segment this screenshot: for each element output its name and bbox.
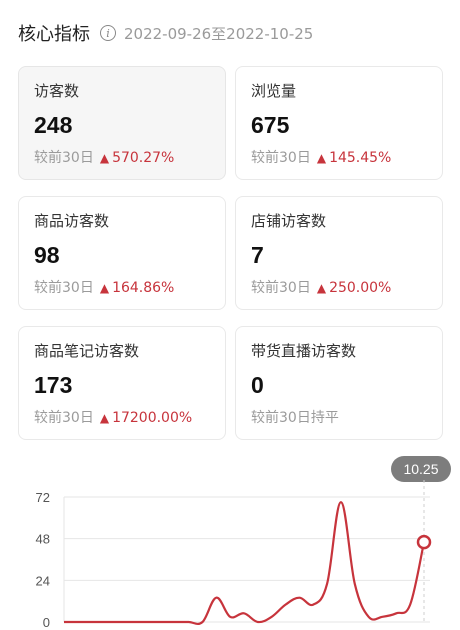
up-arrow-icon: ▲ [316, 151, 327, 165]
y-tick-label: 72 [36, 490, 50, 505]
up-arrow-icon: ▲ [99, 281, 110, 295]
up-arrow-icon: ▲ [316, 281, 327, 295]
compare-label: 较前30日 [251, 280, 311, 296]
metric-change: 较前30日 ▲ 145.45% [251, 147, 427, 169]
change-value: 250.00% [329, 280, 392, 296]
metric-change: 较前30日 ▲ 570.27% [34, 147, 210, 169]
metric-card-store-visitors[interactable]: 店铺访客数 7 较前30日 ▲ 250.00% [235, 196, 443, 310]
metric-value: 0 [251, 372, 264, 398]
y-tick-label: 0 [43, 615, 50, 630]
line-chart[interactable]: 72 48 24 0 [0, 480, 460, 630]
metric-change: 较前30日 ▲ 164.86% [34, 277, 210, 299]
metric-change: 较前30日 ▲ 17200.00% [34, 407, 210, 429]
compare-label: 较前30日持平 [251, 410, 339, 426]
metric-label: 商品笔记访客数 [34, 342, 140, 360]
metric-value: 248 [34, 112, 73, 138]
up-arrow-icon: ▲ [99, 151, 110, 165]
highlight-point [416, 534, 432, 550]
compare-label: 较前30日 [251, 150, 311, 166]
metric-label: 带货直播访客数 [251, 342, 357, 360]
compare-label: 较前30日 [34, 410, 94, 426]
y-tick-label: 24 [36, 573, 50, 588]
compare-label: 较前30日 [34, 150, 94, 166]
change-value: 17200.00% [112, 410, 193, 426]
chart-grid [63, 480, 430, 623]
compare-label: 较前30日 [34, 280, 94, 296]
page-title: 核心指标 [18, 24, 90, 45]
metric-card-product-visitors[interactable]: 商品访客数 98 较前30日 ▲ 164.86% [18, 196, 226, 310]
info-icon[interactable]: i [100, 25, 116, 41]
metric-change: 较前30日持平 [251, 407, 427, 429]
metric-value: 173 [34, 372, 73, 398]
metric-label: 访客数 [34, 82, 80, 100]
header: 核心指标 i 2022-09-26至2022-10-25 [18, 18, 313, 48]
chart-y-axis: 72 48 24 0 [36, 490, 50, 630]
series-line [64, 501, 426, 626]
metric-card-live-visitors[interactable]: 带货直播访客数 0 较前30日持平 [235, 326, 443, 440]
metric-label: 浏览量 [251, 82, 297, 100]
metric-value: 675 [251, 112, 290, 138]
chart-series [64, 501, 432, 626]
metric-card-visitors[interactable]: 访客数 248 较前30日 ▲ 570.27% [18, 66, 226, 180]
y-tick-label: 48 [36, 532, 50, 547]
metric-value: 98 [34, 242, 60, 268]
metric-change: 较前30日 ▲ 250.00% [251, 277, 427, 299]
metric-value: 7 [251, 242, 264, 268]
metric-label: 商品访客数 [34, 212, 110, 230]
metric-card-note-visitors[interactable]: 商品笔记访客数 173 较前30日 ▲ 17200.00% [18, 326, 226, 440]
date-range: 2022-09-26至2022-10-25 [124, 24, 314, 43]
metric-label: 店铺访客数 [251, 212, 327, 230]
change-value: 164.86% [112, 280, 175, 296]
metric-card-pageviews[interactable]: 浏览量 675 较前30日 ▲ 145.45% [235, 66, 443, 180]
change-value: 145.45% [329, 150, 392, 166]
change-value: 570.27% [112, 150, 175, 166]
up-arrow-icon: ▲ [99, 411, 110, 425]
chart-tooltip: 10.25 [391, 456, 451, 482]
